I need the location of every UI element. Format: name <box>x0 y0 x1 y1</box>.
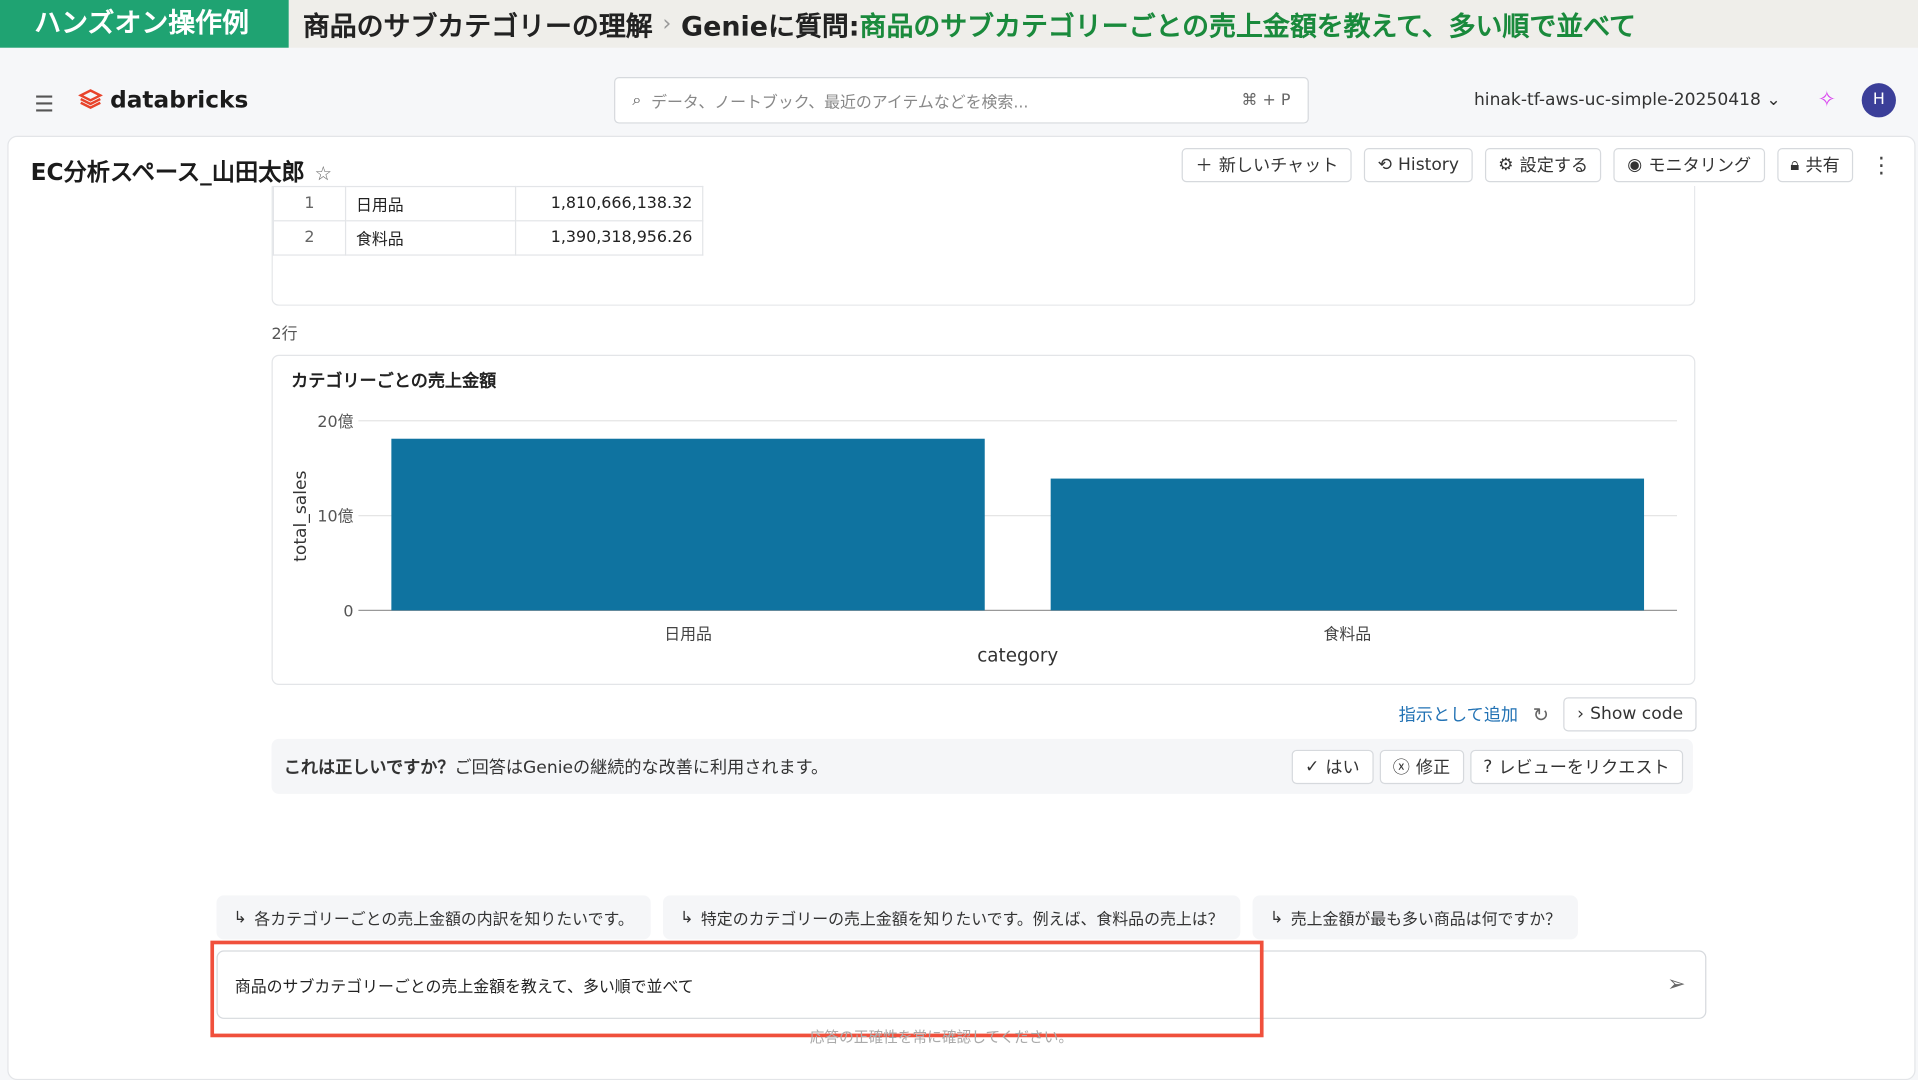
bar-食料品 <box>1050 478 1645 611</box>
avatar[interactable]: H <box>1861 83 1896 118</box>
banner-step: 商品のサブカテゴリーの理解 <box>302 11 653 43</box>
tutorial-banner: ハンズオン操作例 商品のサブカテゴリーの理解 › Genieに質問: 商品のサブ… <box>0 0 1918 48</box>
share-label: 共有 <box>1805 156 1840 177</box>
settings-label: 設定する <box>1519 156 1589 177</box>
banner-tag: ハンズオン操作例 <box>0 0 289 48</box>
brand-name: databricks <box>110 86 249 114</box>
add-as-instruction-link[interactable]: 指示として追加 <box>1399 702 1518 726</box>
banner-separator: › <box>662 11 672 37</box>
cell-category: 日用品 <box>344 185 517 222</box>
row-number: 1 <box>272 185 347 222</box>
star-icon[interactable]: ☆ <box>315 161 333 184</box>
table-row: 1 日用品 1,810,666,138.32 <box>272 185 704 222</box>
eye-icon: ◉ <box>1627 155 1643 175</box>
x-tick-label: 日用品 <box>664 625 712 644</box>
search-input[interactable]: ⌕ データ、ノートブック、最近のアイテムなどを検索... ⌘ + P <box>614 77 1309 124</box>
more-options-icon[interactable]: ⋮ <box>1865 152 1897 178</box>
share-button[interactable]: 🔒︎ 共有 <box>1776 148 1854 183</box>
bar-日用品 <box>391 438 985 611</box>
check-circle-icon: ✓ <box>1304 756 1320 777</box>
reply-arrow-icon: ↳ <box>680 908 694 927</box>
result-table: 1 日用品 1,810,666,138.32 2 食料品 1,390,318,956.2… <box>272 185 704 256</box>
search-shortcut: ⌘ + P <box>1241 91 1291 110</box>
bar-chart: カテゴリーごとの売上金額 0 10億 20億 total_sales 日用品 食料品 cate… <box>291 371 1678 667</box>
highlight-box <box>210 940 1264 1038</box>
send-icon[interactable]: ➢ <box>1667 971 1685 997</box>
databricks-logo-icon <box>78 89 103 110</box>
plus-icon: ＋ <box>1195 156 1213 177</box>
top-nav: ☰ databricks ⌕ データ、ノートブック、最近のアイテムなどを検索..… <box>0 67 1918 135</box>
show-code-button[interactable]: › Show code <box>1563 697 1697 732</box>
request-review-button[interactable]: ? レビューをリクエスト <box>1469 749 1684 784</box>
monitoring-button[interactable]: ◉ モニタリング <box>1613 148 1765 183</box>
row-count: 2行 <box>271 325 298 344</box>
banner-prefix: Genieに質問: <box>681 11 860 43</box>
genie-space: EC分析スペース_山田太郎 ☆ ＋新しいチャット ⟲ History ⚙ 設定する ◉… <box>7 135 1916 1080</box>
fix-button[interactable]: ⓧ 修正 <box>1379 749 1464 784</box>
reply-arrow-icon: ↳ <box>233 908 247 927</box>
result-table-card: 1 日用品 1,810,666,138.32 2 食料品 1,390,318,956.2… <box>271 185 1696 306</box>
table-row: 2 食料品 1,390,318,956.26 <box>272 220 704 256</box>
review-label: レビューをリクエスト <box>1498 757 1670 778</box>
reply-arrow-icon: ↳ <box>1270 908 1284 927</box>
row-number: 2 <box>272 220 347 256</box>
feedback-question: これは正しいですか？ <box>283 757 455 778</box>
question-bubble-icon: ? <box>1483 756 1493 777</box>
search-placeholder: データ、ノートブック、最近のアイテムなどを検索... <box>651 93 1029 112</box>
show-code-label: Show code <box>1590 704 1684 725</box>
fix-label: 修正 <box>1415 757 1451 778</box>
chart-card: カテゴリーごとの売上金額 0 10億 20億 total_sales 日用品 食料品 cate… <box>271 354 1696 685</box>
assistant-sparkle-icon[interactable]: ✧ <box>1818 87 1836 113</box>
chart-title: カテゴリーごとの売上金額 <box>291 371 496 392</box>
suggestion-chip[interactable]: ↳ 売上金額が最も多い商品は何ですか？ <box>1252 895 1579 940</box>
search-icon: ⌕ <box>632 91 642 110</box>
disclaimer: 応答の正確性を常に確認してください。 <box>809 1028 1074 1046</box>
databricks-logo[interactable]: databricks <box>78 87 248 114</box>
suggestion-text: 各カテゴリーごとの売上金額の内訳を知りたいです。 <box>254 910 634 930</box>
new-chat-label: 新しいチャット <box>1218 156 1339 177</box>
menu-icon[interactable]: ☰ <box>34 92 54 118</box>
feedback-bar: これは正しいですか？ ご回答はGenieの継続的な改善に利用されます。 ✓ はい ⓧ… <box>271 738 1693 794</box>
history-label: History <box>1398 155 1459 175</box>
suggestion-chip[interactable]: ↳ 特定のカテゴリーの売上金額を知りたいです。例えば、食料品の売上は？ <box>663 895 1241 940</box>
x-tick-label: 食料品 <box>1324 625 1372 644</box>
history-button[interactable]: ⟲ History <box>1364 148 1473 183</box>
y-tick-label: 0 <box>343 601 353 620</box>
suggestion-text: 特定のカテゴリーの売上金額を知りたいです。例えば、食料品の売上は？ <box>700 910 1224 930</box>
x-axis-label: category <box>977 646 1058 667</box>
y-axis-label: total_sales <box>291 470 311 561</box>
suggestion-text: 売上金額が最も多い商品は何ですか？ <box>1290 910 1562 930</box>
refresh-icon[interactable]: ↻ <box>1533 703 1549 726</box>
settings-button[interactable]: ⚙ 設定する <box>1484 148 1602 183</box>
yes-label: はい <box>1325 757 1360 778</box>
workspace-selector[interactable]: hinak-tf-aws-uc-simple-20250418 ⌄ <box>1474 91 1781 111</box>
feedback-note: ご回答はGenieの継続的な改善に利用されます。 <box>454 757 829 778</box>
suggestion-chip[interactable]: ↳ 各カテゴリーごとの売上金額の内訳を知りたいです。 <box>216 895 651 940</box>
y-tick-label: 20億 <box>317 412 353 431</box>
cell-total-sales: 1,390,318,956.26 <box>514 220 704 256</box>
cell-total-sales: 1,810,666,138.32 <box>514 185 704 222</box>
banner-question: 商品のサブカテゴリーごとの売上金額を教えて、多い順で並べて <box>859 11 1636 43</box>
monitoring-label: モニタリング <box>1648 156 1752 177</box>
gear-icon: ⚙ <box>1498 155 1514 175</box>
lock-icon: 🔒︎ <box>1790 155 1800 175</box>
cell-category: 食料品 <box>344 220 517 256</box>
new-chat-button[interactable]: ＋新しいチャット <box>1182 148 1352 183</box>
history-icon: ⟲ <box>1377 155 1392 175</box>
chevron-right-icon: › <box>1577 704 1585 725</box>
x-circle-icon: ⓧ <box>1392 757 1410 778</box>
workspace-name: hinak-tf-aws-uc-simple-20250418 <box>1473 90 1761 111</box>
suggestions: ↳ 各カテゴリーごとの売上金額の内訳を知りたいです。 ↳ 特定のカテゴリーの売上金額… <box>216 895 1579 940</box>
space-title: EC分析スペース_山田太郎 <box>30 159 305 186</box>
page-title: EC分析スペース_山田太郎 ☆ <box>31 154 333 187</box>
yes-button[interactable]: ✓ はい <box>1291 749 1374 784</box>
y-tick-label: 10億 <box>317 507 353 526</box>
